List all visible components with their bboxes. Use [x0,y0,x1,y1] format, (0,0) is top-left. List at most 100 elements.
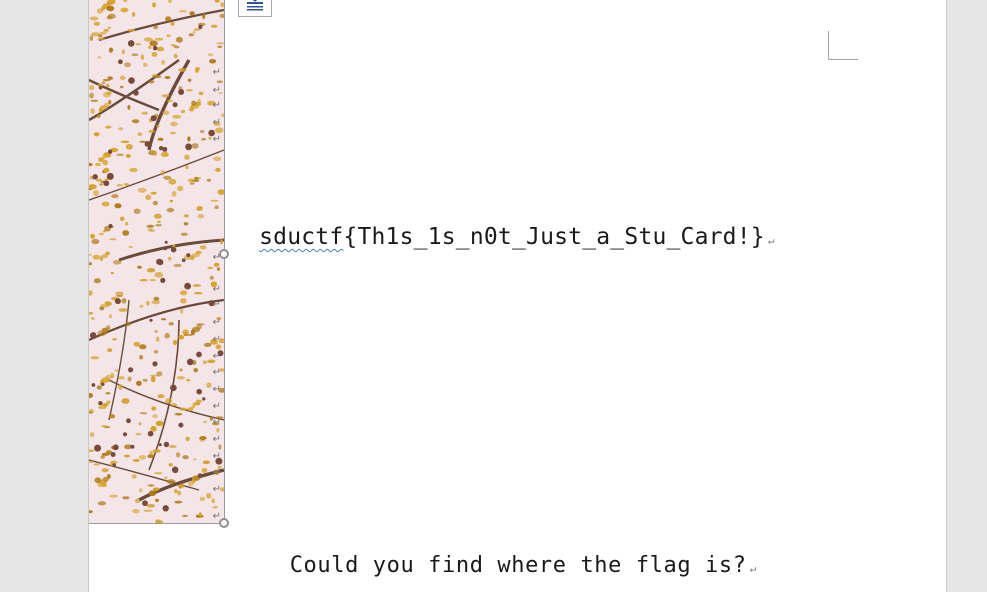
image-leaf [127,376,132,382]
layout-options-button[interactable] [238,0,272,17]
image-berry [178,422,184,428]
image-leaf [154,37,164,41]
image-leaf [154,271,164,278]
image-berry [98,85,103,90]
image-leaf [168,178,177,185]
image-berry [152,361,158,367]
image-leaf [195,67,201,71]
image-leaf [148,129,156,133]
image-leaf [127,29,136,32]
image-leaf [101,468,109,473]
image-leaf [143,509,153,512]
image-leaf [102,78,111,82]
image-leaf [98,232,104,236]
image-leaf [116,153,124,157]
image-leaf [131,11,136,17]
image-leaf [125,322,132,326]
image-berry [108,223,113,229]
paragraph-mark: ↵ [212,467,221,478]
image-leaf [152,487,160,492]
image-leaf [178,67,187,72]
image-leaf [156,124,160,128]
image-leaf [103,29,110,32]
image-leaf [123,454,131,458]
image-leaf [150,191,157,195]
image-berry [130,444,135,449]
image-leaf [89,92,94,99]
image-leaf [180,232,188,236]
image-leaf [90,233,95,239]
image-leaf [103,167,110,173]
image-leaf [155,336,160,343]
image-leaf [193,368,198,373]
image-leaf [178,407,188,411]
image-leaf [160,170,165,176]
image-leaf [171,190,177,197]
image-berry [103,180,110,187]
image-leaf [162,110,170,115]
image-leaf [95,162,101,167]
image-leaf [177,185,184,192]
image-leaf [169,199,174,203]
image-leaf [100,455,105,459]
image-leaf [152,200,158,206]
image-leaf [182,455,189,460]
image-leaf [185,89,194,92]
image-leaf [168,256,172,261]
image-berry [158,146,164,151]
image-leaf [178,10,188,13]
paragraph-marks-column: ↵ ↵ ↵ ↵ ↵ ↵ ↵ ↵ ↵ ↵ ↵ ↵ ↵ ↵ ↵ ↵ ↵ ↵ ↵ ↵ [203,0,221,523]
image-leaf [182,329,189,335]
image-leaf [119,85,124,89]
image-leaf [192,458,197,461]
paragraph-mark: ↵ [749,562,757,575]
image-leaf [89,16,99,21]
image-leaf [119,216,125,222]
resize-handle-bottom-right[interactable] [219,518,229,528]
image-leaf [114,203,122,209]
paragraph-mark: ↵ [212,384,221,395]
image-leaf [102,159,108,166]
image-leaf [101,201,110,207]
image-leaf [191,100,197,107]
image-leaf [114,369,119,372]
image-leaf [127,105,131,110]
image-leaf [96,385,102,390]
image-berry [186,358,194,366]
question-text-line[interactable]: Could you find where the flag is? ↵ [262,528,757,578]
image-leaf [89,35,94,41]
image-leaf [97,501,106,506]
image-leaf [146,267,156,273]
image-leaf [93,278,101,284]
image-leaf [97,37,106,41]
image-berry [110,452,116,457]
paragraph-mark: ↵ [212,367,221,378]
image-leaf [122,496,130,500]
image-leaf [174,488,178,494]
paragraph-mark: ↵ [212,434,221,445]
image-leaf [157,220,161,223]
image-leaf [121,398,130,404]
image-leaf [192,402,201,406]
image-leaf [149,229,155,232]
paragraph-mark: ↵ [212,284,221,295]
image-leaf [101,81,106,85]
image-berry [171,466,179,474]
image-leaf [128,246,133,248]
flag-text-line[interactable]: sductf{Th1s_1s_n0t_Just_a_Stu_Card!} ↵ [231,198,775,250]
image-leaf [120,7,129,13]
image-leaf [195,250,202,255]
image-berry [92,174,98,180]
image-leaf [111,194,119,199]
image-leaf [125,143,133,150]
image-leaf [105,374,112,380]
image-berry [172,102,178,108]
image-leaf [91,238,100,245]
image-berry [198,24,203,29]
image-leaf [116,184,124,187]
image-leaf [153,75,162,78]
paragraph-mark: ↵ [767,234,775,247]
image-leaf [135,43,141,46]
image-leaf [133,208,141,214]
resize-handle-right[interactable] [219,249,229,259]
